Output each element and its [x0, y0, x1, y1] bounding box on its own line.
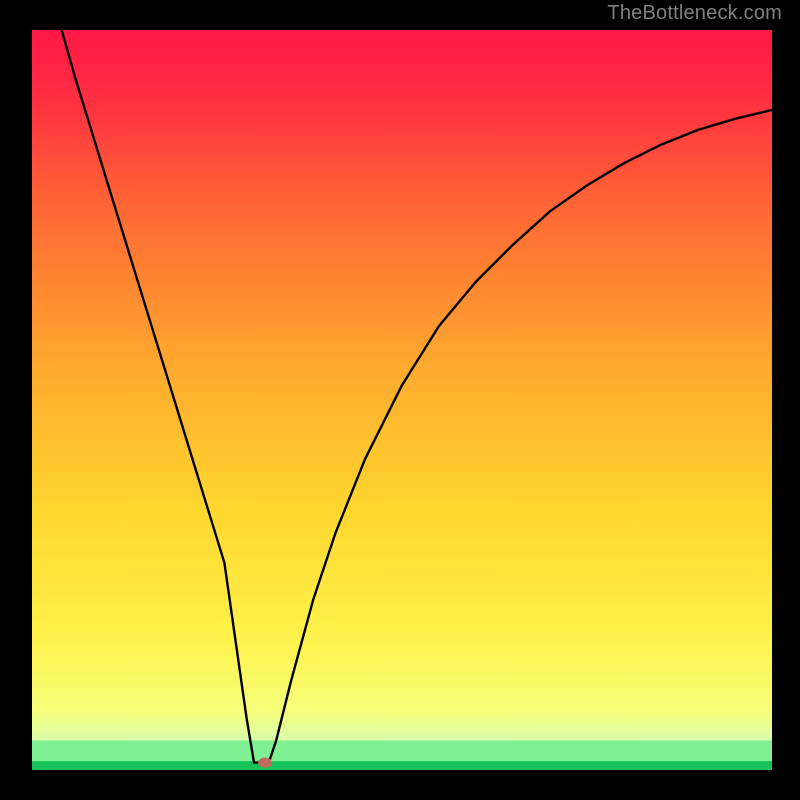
- green-bottom-edge: [32, 761, 772, 770]
- watermark-text: TheBottleneck.com: [607, 2, 782, 25]
- bottleneck-chart: [0, 0, 800, 800]
- minimum-marker: [258, 758, 272, 768]
- gradient-background: [32, 30, 772, 770]
- chart-stage: TheBottleneck.com: [0, 0, 800, 800]
